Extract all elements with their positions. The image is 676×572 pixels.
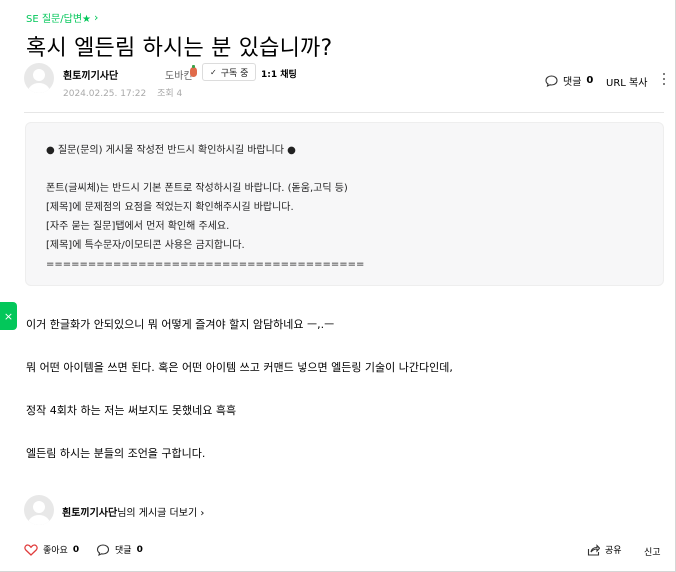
comment-count: 0 <box>586 75 594 86</box>
comment-icon <box>545 74 558 87</box>
notice-line: ====================================== <box>46 259 365 270</box>
member-grade: 도바킨 <box>165 71 193 82</box>
chat-button[interactable]: 1:1 채팅 <box>261 67 297 80</box>
post-date: 2024.02.25. 17:22 <box>63 89 147 99</box>
chevron-right-icon: › <box>200 508 205 519</box>
divider <box>24 112 664 113</box>
like-button[interactable]: 좋아요 0 <box>24 543 79 556</box>
body-paragraph: 엘든림 하시는 분들의 조언을 구합니다. <box>26 447 206 460</box>
comment-count: 0 <box>136 544 143 555</box>
notice-line: ● 질문(문의) 게시물 작성전 반드시 확인하시길 바랍니다 ● <box>46 145 296 156</box>
author-info: 흰토끼기사단 도바킨 ✓ 구독 중 1:1 채팅 2024.02.25. 17:… <box>24 63 676 103</box>
comment-icon <box>96 543 110 556</box>
avatar[interactable] <box>24 495 54 525</box>
comment-button[interactable]: 댓글 0 <box>545 73 593 88</box>
check-icon: ✓ <box>210 67 217 77</box>
url-copy-button[interactable]: URL 복사 <box>606 74 647 89</box>
author-name[interactable]: 흰토끼기사단 <box>63 67 118 82</box>
like-label: 좋아요 <box>43 546 68 556</box>
subscribe-label: 구독 중 <box>220 68 249 79</box>
share-button[interactable]: 공유 <box>587 543 622 556</box>
side-close-button[interactable]: × <box>0 302 17 330</box>
board-breadcrumb[interactable]: SE 질문/답변★ › <box>26 10 98 25</box>
post-meta: 2024.02.25. 17:22 조회 4 <box>63 86 182 99</box>
share-label: 공유 <box>605 546 622 556</box>
body-paragraph: 뭐 어떤 아이템을 쓰면 된다. 혹은 어떤 아이템 쓰고 커맨드 넣으면 엘든… <box>26 361 453 374</box>
comment-button[interactable]: 댓글 0 <box>96 543 143 556</box>
grade-badge-icon <box>190 65 197 77</box>
like-count: 0 <box>72 544 80 555</box>
more-vertical-icon[interactable] <box>660 71 668 87</box>
comment-label: 댓글 <box>115 546 132 556</box>
share-icon <box>587 543 600 556</box>
comment-label: 댓글 <box>563 77 582 88</box>
body-paragraph: 정작 4회차 하는 저는 써보지도 못했네요 흑흑 <box>26 404 237 417</box>
author-name: 흰토끼기사단 <box>62 508 118 519</box>
notice-line: [자주 묻는 질문]탭에서 먼저 확인해 주세요. <box>46 221 230 232</box>
footer-actions: 좋아요 0 댓글 0 공유 신고 <box>24 543 664 563</box>
notice-line: [제목]에 특수문자/이모티콘 사용은 금지합니다. <box>46 240 245 251</box>
board-name: SE 질문/답변★ <box>26 14 91 25</box>
subscribe-button[interactable]: ✓ 구독 중 <box>202 63 257 81</box>
notice-line: [제목]에 문제점의 요점을 적었는지 확인해주시길 바랍니다. <box>46 202 294 213</box>
author-posts-suffix: 님의 게시글 더보기 <box>117 508 198 519</box>
report-button[interactable]: 신고 <box>644 545 661 558</box>
notice-line: 폰트(글씨체)는 반드시 기본 폰트로 작성하시길 바랍니다. (돋움,고딕 등… <box>46 183 348 194</box>
post-title: 혹시 엘든림 하시는 분 있습니까? <box>26 36 333 61</box>
notice-box: ● 질문(문의) 게시물 작성전 반드시 확인하시길 바랍니다 ● 폰트(글씨체… <box>25 122 664 286</box>
author-posts-link[interactable]: 흰토끼기사단님의 게시글 더보기 › <box>62 504 204 519</box>
avatar[interactable] <box>24 63 54 93</box>
chevron-right-icon: › <box>93 11 99 24</box>
body-paragraph: 이거 한글화가 안되있으니 뭐 어떻게 즐겨야 할지 암담하네요 ㅡ,.ㅡ <box>26 318 335 331</box>
view-count: 조회 4 <box>157 89 183 99</box>
author-more-section: 흰토끼기사단님의 게시글 더보기 › <box>24 495 324 525</box>
heart-icon <box>24 543 38 556</box>
